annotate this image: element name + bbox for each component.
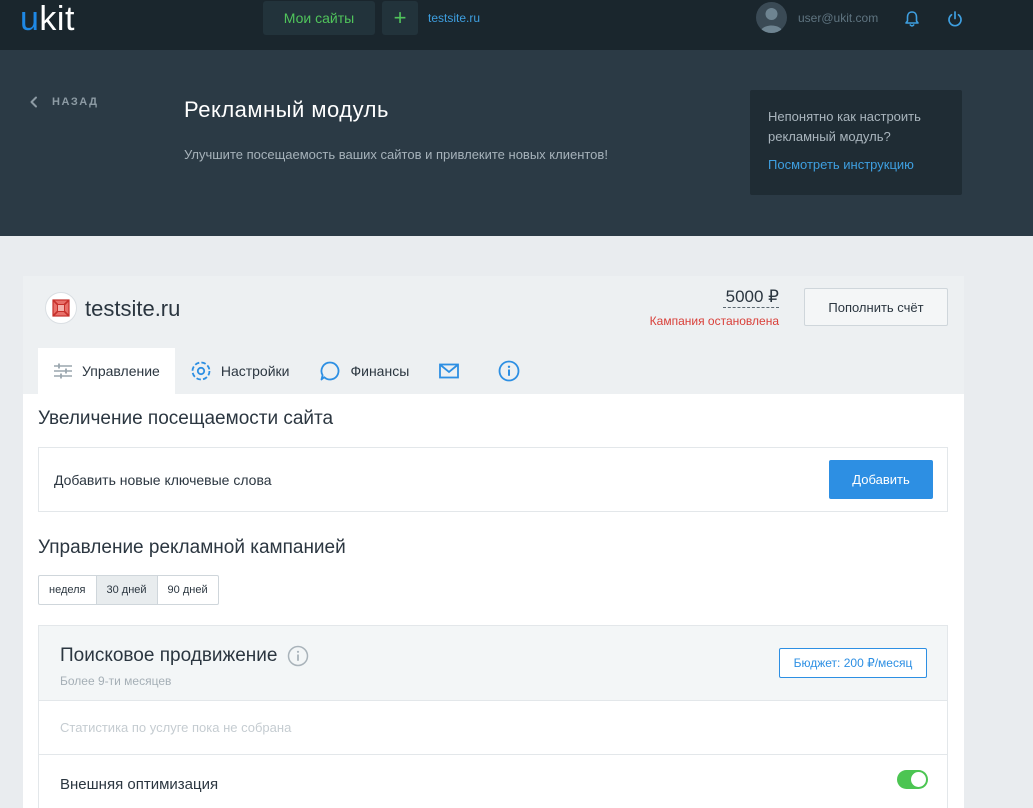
help-question: Непонятно как настроить рекламный модуль… <box>768 109 921 144</box>
search-promotion-title: Поисковое продвижение <box>60 645 309 667</box>
user-avatar[interactable] <box>756 2 787 33</box>
toggle-knob <box>911 772 926 787</box>
period-week[interactable]: неделя <box>39 576 97 604</box>
campaign-section-title: Управление рекламной кампанией <box>38 537 346 558</box>
keywords-box: Добавить новые ключевые слова Добавить <box>38 447 948 512</box>
site-favicon-icon <box>52 299 70 317</box>
page-title: Рекламный модуль <box>184 97 389 122</box>
top-bar: ukit Мои сайты + testsite.ru user@ukit.c… <box>0 0 1033 50</box>
site-name: testsite.ru <box>85 296 181 321</box>
add-site-button[interactable]: + <box>382 1 418 35</box>
stats-empty-message: Статистика по услуге пока не собрана <box>60 720 292 735</box>
user-icon <box>760 8 783 33</box>
external-optimization-label: Внешняя оптимизация <box>60 776 219 793</box>
search-promotion-panel: Поисковое продвижение Более 9-ти месяцев… <box>38 625 948 808</box>
tab-settings-label: Настройки <box>220 363 290 379</box>
page-subtitle: Улучшите посещаемость ваших сайтов и при… <box>184 147 608 162</box>
tab-info[interactable] <box>483 348 544 394</box>
help-box: Непонятно как настроить рекламный модуль… <box>750 90 962 195</box>
external-optimization-row: Внешняя оптимизация <box>39 754 947 808</box>
info-icon[interactable] <box>287 645 309 667</box>
instruction-link[interactable]: Посмотреть инструкцию <box>768 157 944 172</box>
chevron-left-icon <box>30 96 37 108</box>
external-optimization-toggle[interactable] <box>897 770 928 789</box>
info-icon <box>498 360 520 382</box>
sliders-icon <box>54 363 72 379</box>
card-header: testsite.ru 5000 ₽ Кампания остановлена … <box>23 276 964 394</box>
tab-management-label: Управление <box>82 363 160 379</box>
tab-finance[interactable]: Финансы <box>304 348 424 394</box>
card-body: Увеличение посещаемости сайта Добавить н… <box>23 394 964 808</box>
gear-icon <box>191 361 211 381</box>
back-link[interactable]: НАЗАД <box>28 96 98 108</box>
campaign-status: Кампания остановлена <box>649 314 779 328</box>
chat-icon <box>321 361 340 381</box>
keywords-label: Добавить новые ключевые слова <box>54 472 272 488</box>
tab-bar: Управление Настройки Финансы <box>38 348 544 394</box>
ukit-logo[interactable]: ukit <box>20 1 75 37</box>
search-promotion-header: Поисковое продвижение Более 9-ти месяцев… <box>39 626 947 701</box>
tab-messages[interactable] <box>424 348 483 394</box>
period-30-days[interactable]: 30 дней <box>96 576 158 604</box>
period-selector: неделя 30 дней 90 дней <box>38 575 219 605</box>
site-card: testsite.ru 5000 ₽ Кампания остановлена … <box>23 276 964 808</box>
budget-button[interactable]: Бюджет: 200 ₽/месяц <box>779 648 927 678</box>
page-header: НАЗАД Рекламный модуль Улучшите посещаем… <box>0 50 1033 236</box>
power-icon[interactable] <box>946 10 964 28</box>
top-up-button[interactable]: Пополнить счёт <box>804 288 948 326</box>
tab-finance-label: Финансы <box>350 363 410 379</box>
balance-amount[interactable]: 5000 ₽ <box>723 287 779 308</box>
period-90-days[interactable]: 90 дней <box>158 576 218 604</box>
mail-icon <box>439 363 460 379</box>
current-site-link[interactable]: testsite.ru <box>428 11 480 25</box>
bell-icon[interactable] <box>903 10 921 28</box>
back-label: НАЗАД <box>52 96 99 108</box>
my-sites-button[interactable]: Мои сайты <box>263 1 375 35</box>
user-email[interactable]: user@ukit.com <box>798 11 878 25</box>
tab-management[interactable]: Управление <box>38 348 175 394</box>
search-promotion-subtitle: Более 9-ти месяцев <box>60 674 172 688</box>
add-keywords-button[interactable]: Добавить <box>829 460 933 499</box>
site-favicon <box>45 292 77 324</box>
traffic-section-title: Увеличение посещаемости сайта <box>38 408 334 429</box>
tab-settings[interactable]: Настройки <box>175 348 305 394</box>
